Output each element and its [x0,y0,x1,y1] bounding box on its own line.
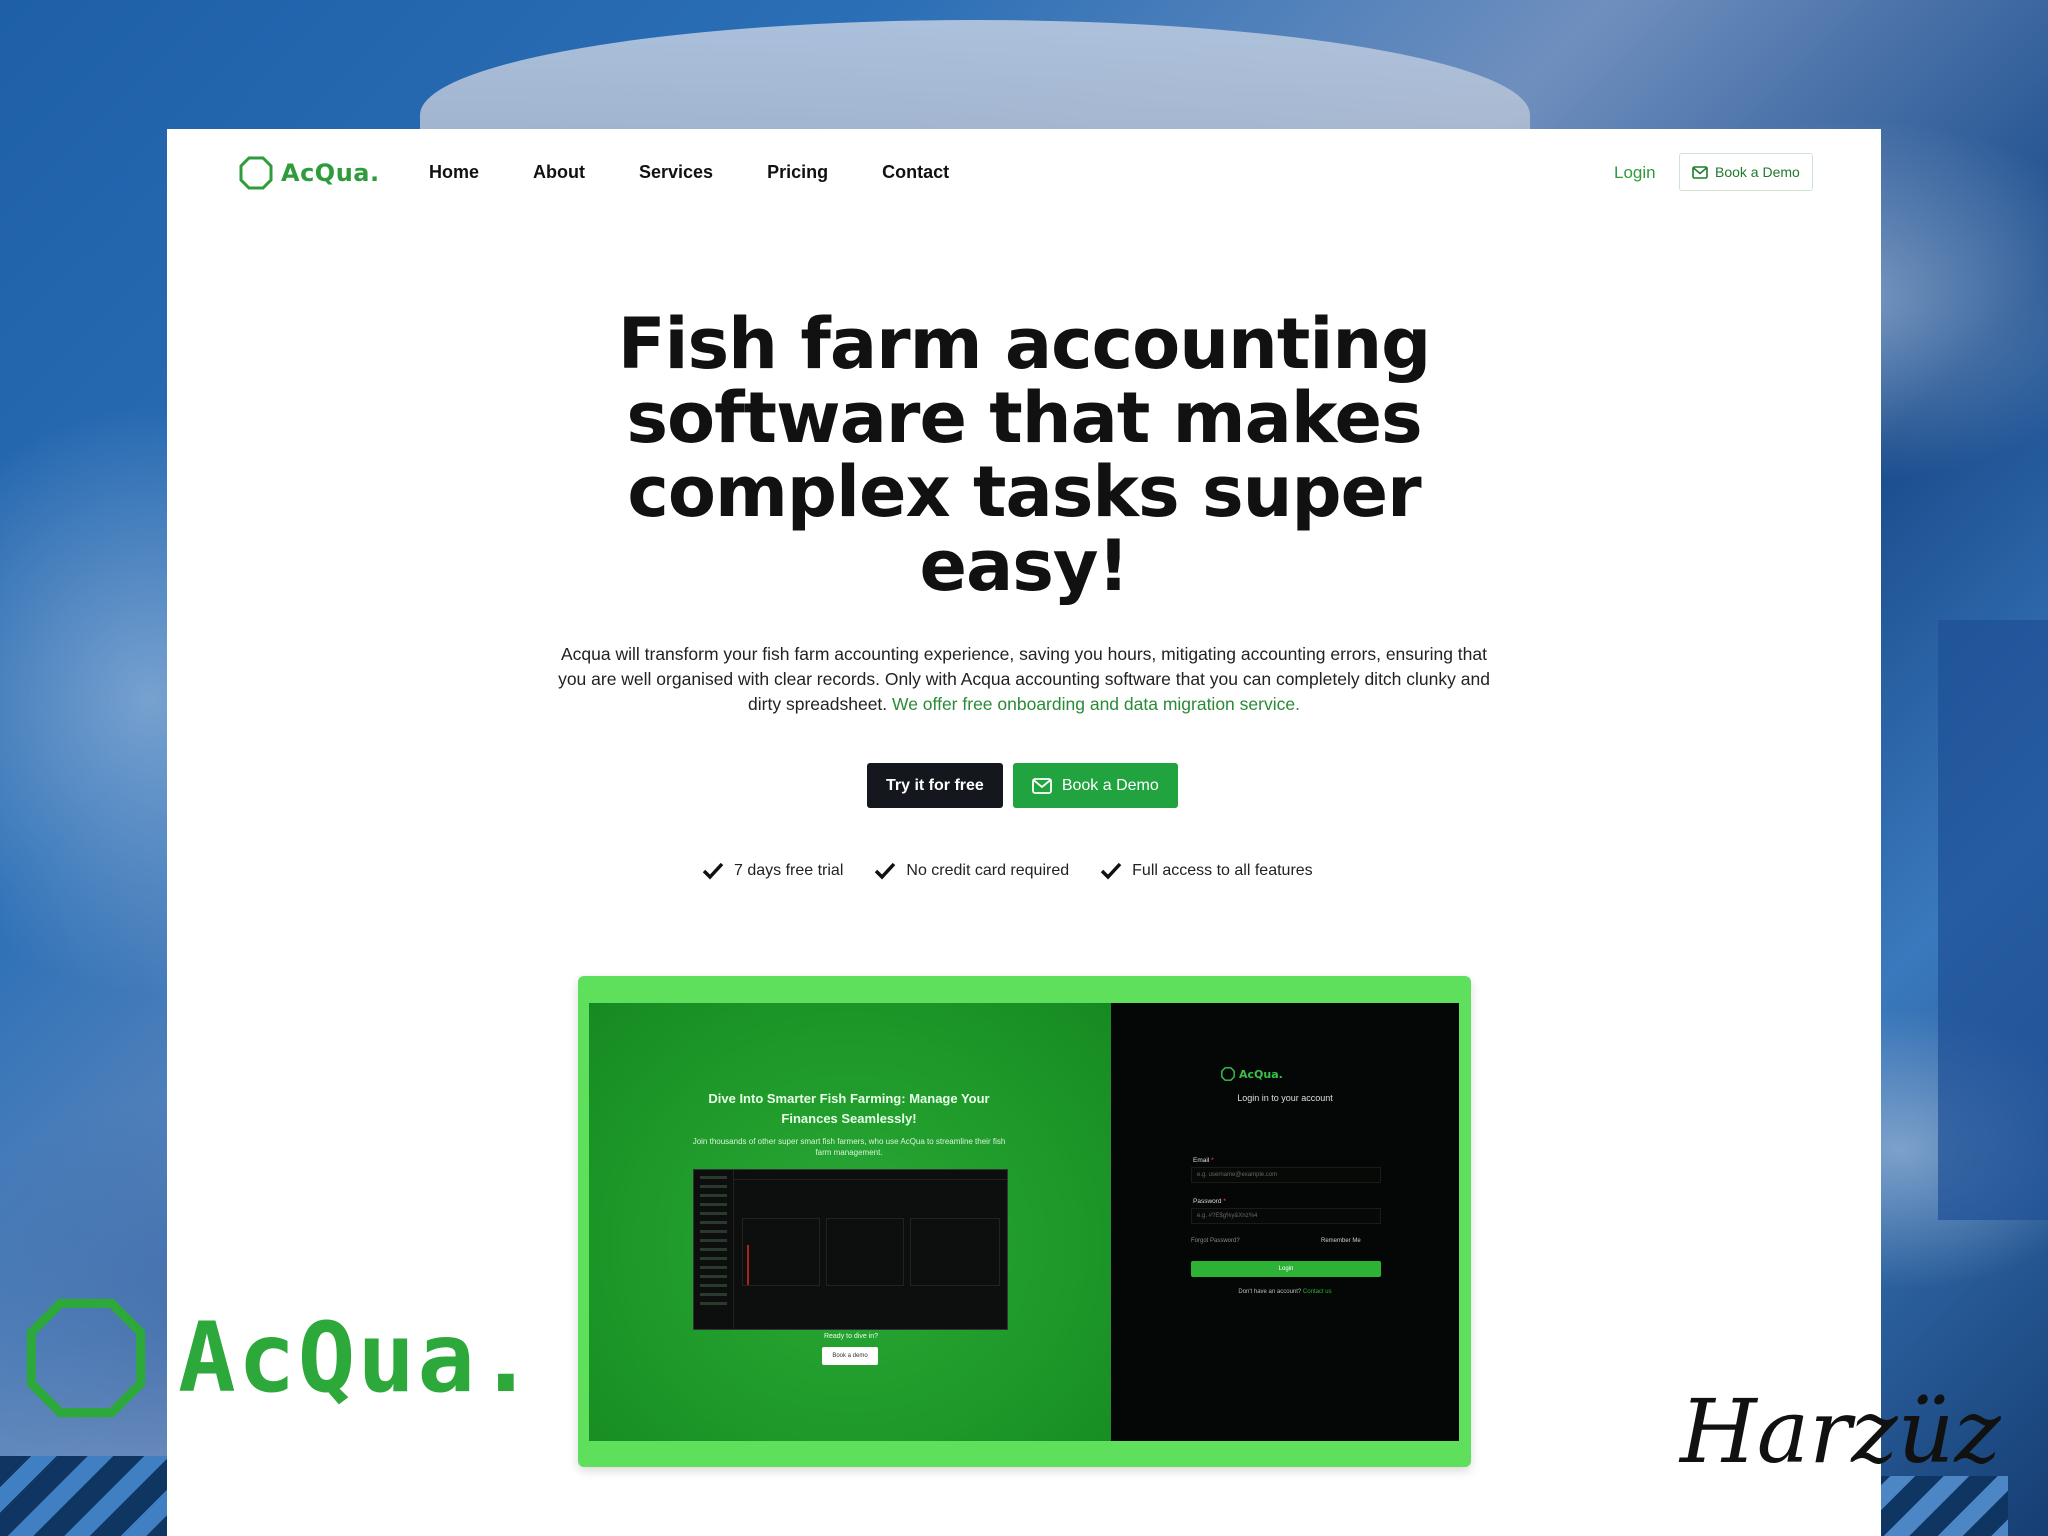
check-item: Full access to all features [1100,862,1313,880]
brand-logo[interactable]: AcQua. [239,156,380,190]
nav-about[interactable]: About [533,162,585,183]
preview-forgot-password: Forgot Password? [1191,1238,1240,1244]
dashboard-topbar [734,1170,1007,1180]
preview-email-field: e.g. username@example.com [1191,1167,1381,1183]
octagon-logo-icon [239,156,273,190]
preview-password-field: e.g. #?E$g%y&Xnz%4 [1191,1208,1381,1224]
checkmark-icon [1100,862,1122,880]
book-demo-button[interactable]: Book a Demo [1012,763,1178,808]
preview-cta-text: Ready to dive in? [823,1333,879,1340]
preview-login-heading: Login in to your account [1237,1093,1333,1103]
mail-icon [1031,777,1052,794]
preview-brand-name: AcQua. [1239,1067,1283,1081]
book-demo-nav-button[interactable]: Book a Demo [1679,153,1813,191]
hero-description-highlight: We offer free onboarding and data migrat… [892,694,1300,714]
octagon-logo-icon [26,1298,146,1418]
app-preview-screenshot: Dive Into Smarter Fish Farming: Manage Y… [578,976,1471,1467]
dashboard-sidebar [694,1170,734,1329]
overlay-brand-logo: AcQua. [24,1296,537,1420]
nav-pricing[interactable]: Pricing [767,162,828,183]
preview-login-button: Login [1191,1261,1381,1277]
designer-signature: Harzüz [1680,1380,2001,1483]
preview-promo-subtitle: Join thousands of other super smart fish… [692,1137,1006,1157]
dashboard-panel [910,1218,1000,1286]
nav-services[interactable]: Services [639,162,713,183]
dashboard-panel [826,1218,904,1286]
login-link[interactable]: Login [1614,163,1656,183]
check-item: 7 days free trial [702,862,843,880]
preview-email-label: Email * [1193,1157,1214,1164]
hero-cta-group: Try it for free Book a Demo [867,763,1178,808]
main-menu: Home About Services Pricing Contact [429,162,1003,183]
book-demo-label: Book a Demo [1061,776,1159,794]
nav-home[interactable]: Home [429,162,479,183]
preview-remember-me: Remember Me [1321,1238,1361,1244]
preview-login-logo: AcQua. [1221,1067,1283,1081]
background-stripes [0,1456,170,1536]
feature-checklist: 7 days free trial No credit card require… [702,862,1344,880]
preview-dashboard-thumbnail [693,1169,1008,1330]
brand-name: AcQua. [281,159,380,187]
book-demo-nav-label: Book a Demo [1715,164,1800,180]
top-navigation: AcQua. Home About Services Pricing Conta… [167,129,1881,221]
check-label: No credit card required [906,862,1070,879]
nav-contact[interactable]: Contact [882,162,949,183]
hero-description: Acqua will transform your fish farm acco… [547,642,1501,717]
preview-book-demo-button: Book a demo [822,1347,878,1365]
octagon-logo-icon [1221,1067,1235,1081]
check-label: Full access to all features [1132,862,1313,879]
overlay-brand-name: AcQua. [178,1302,537,1414]
mail-icon [1692,165,1708,179]
checkmark-icon [702,862,724,880]
hero-headline: Fish farm accounting software that makes… [617,303,1432,607]
preview-signup-text: Don't have an account? Contact us [1238,1289,1332,1295]
preview-promo-panel: Dive Into Smarter Fish Farming: Manage Y… [589,1003,1111,1441]
try-free-button[interactable]: Try it for free [867,763,1003,808]
checkmark-icon [875,862,896,880]
preview-contact-link: Contact us [1302,1289,1332,1295]
preview-promo-title: Dive Into Smarter Fish Farming: Manage Y… [708,1091,990,1126]
preview-login-panel: AcQua. Login in to your account Email * … [1111,1003,1459,1441]
dashboard-panel [742,1218,820,1286]
check-item: No credit card required [874,862,1069,880]
preview-password-label: Password * [1193,1198,1226,1205]
check-label: 7 days free trial [734,862,844,879]
background-paint [1938,620,2048,1220]
dashboard-bar [747,1245,749,1285]
